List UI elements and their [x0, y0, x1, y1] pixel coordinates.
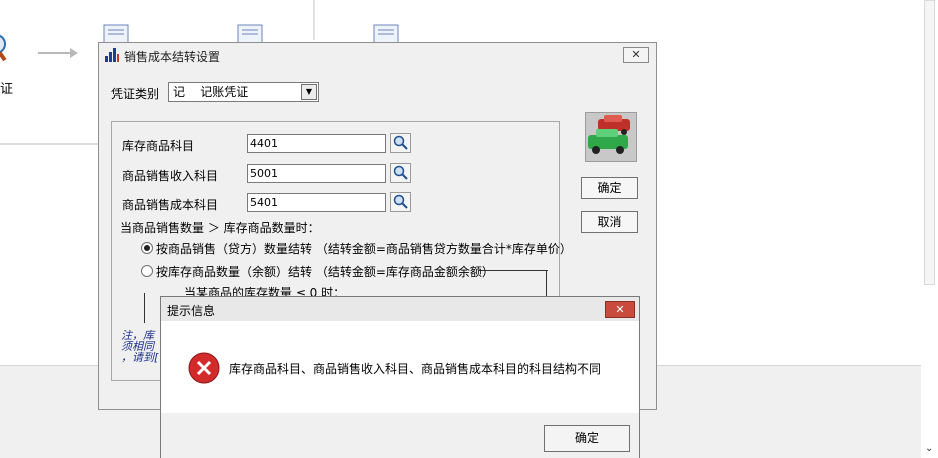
bracket-line [144, 293, 145, 323]
search-icon [393, 194, 408, 209]
confirm-button[interactable]: 确定 [581, 177, 638, 199]
voucher-type-value: 记 记账凭证 [173, 85, 249, 99]
close-button[interactable]: ✕ [623, 47, 649, 63]
dropdown-arrow-icon[interactable]: ▼ [301, 84, 317, 100]
background-divider [313, 0, 315, 40]
background-node-label: 证 [0, 82, 14, 97]
sales-cost-account-search-button[interactable] [390, 192, 411, 212]
scrollbar-thumb[interactable] [924, 0, 935, 285]
sales-revenue-account-label: 商品销售收入科目 [122, 169, 219, 183]
dialog-titlebar[interactable]: 销售成本结转设置 ✕ [99, 43, 656, 68]
condition-text: 当商品销售数量 ＞ 库存商品数量时： [120, 221, 320, 235]
ok-button[interactable]: 确定 [544, 425, 630, 452]
document-icon[interactable] [370, 22, 402, 45]
inventory-account-search-button[interactable] [390, 133, 411, 153]
chart-icon [105, 48, 119, 62]
background-flow-line [0, 143, 100, 145]
search-icon [393, 165, 408, 180]
message-box-footer: 确定 [161, 413, 639, 458]
car-icon [585, 112, 637, 162]
scroll-down-icon[interactable]: ⌄ [925, 443, 933, 454]
message-text: 库存商品科目、商品销售收入科目、商品销售成本科目的科目结构不同 [229, 362, 602, 376]
document-icon[interactable] [100, 22, 132, 45]
option-inventory-quantity-label[interactable]: 按库存商品数量（余额）结转 （结转金额=库存商品金额余额） [156, 263, 494, 280]
sales-revenue-account-input[interactable]: 5001 [247, 164, 386, 183]
error-icon [188, 352, 220, 384]
sales-revenue-account-search-button[interactable] [390, 163, 411, 183]
option-sales-quantity-radio[interactable] [141, 242, 153, 254]
flow-arrow-icon [38, 48, 78, 58]
dialog-title: 销售成本结转设置 [124, 50, 221, 64]
message-close-button[interactable]: ✕ [605, 301, 635, 318]
sales-cost-account-input[interactable]: 5401 [247, 193, 386, 212]
sales-cost-account-label: 商品销售成本科目 [122, 198, 219, 212]
search-icon [393, 135, 408, 150]
message-box-titlebar[interactable]: 提示信息 ✕ [161, 297, 639, 321]
option-sales-quantity-label[interactable]: 按商品销售（贷方）数量结转 （结转金额=商品销售贷方数量合计*库存单价） [156, 240, 572, 257]
document-icon[interactable] [234, 22, 266, 45]
bracket-line [478, 270, 548, 271]
message-box: 提示信息 ✕ 库存商品科目、商品销售收入科目、商品销售成本科目的科目结构不同 确… [160, 296, 640, 458]
magnifier-icon[interactable] [0, 32, 14, 62]
cancel-button[interactable]: 取消 [581, 211, 638, 233]
inventory-account-input[interactable]: 4401 [247, 134, 386, 153]
note-text: 注，库 须相同 ，请到[ [121, 330, 159, 363]
message-box-title: 提示信息 [167, 304, 216, 318]
voucher-type-select[interactable]: 记 记账凭证 ▼ [168, 82, 319, 102]
option-inventory-quantity-radio[interactable] [141, 265, 153, 277]
voucher-type-label: 凭证类别 [111, 87, 160, 101]
inventory-account-label: 库存商品科目 [122, 139, 195, 153]
